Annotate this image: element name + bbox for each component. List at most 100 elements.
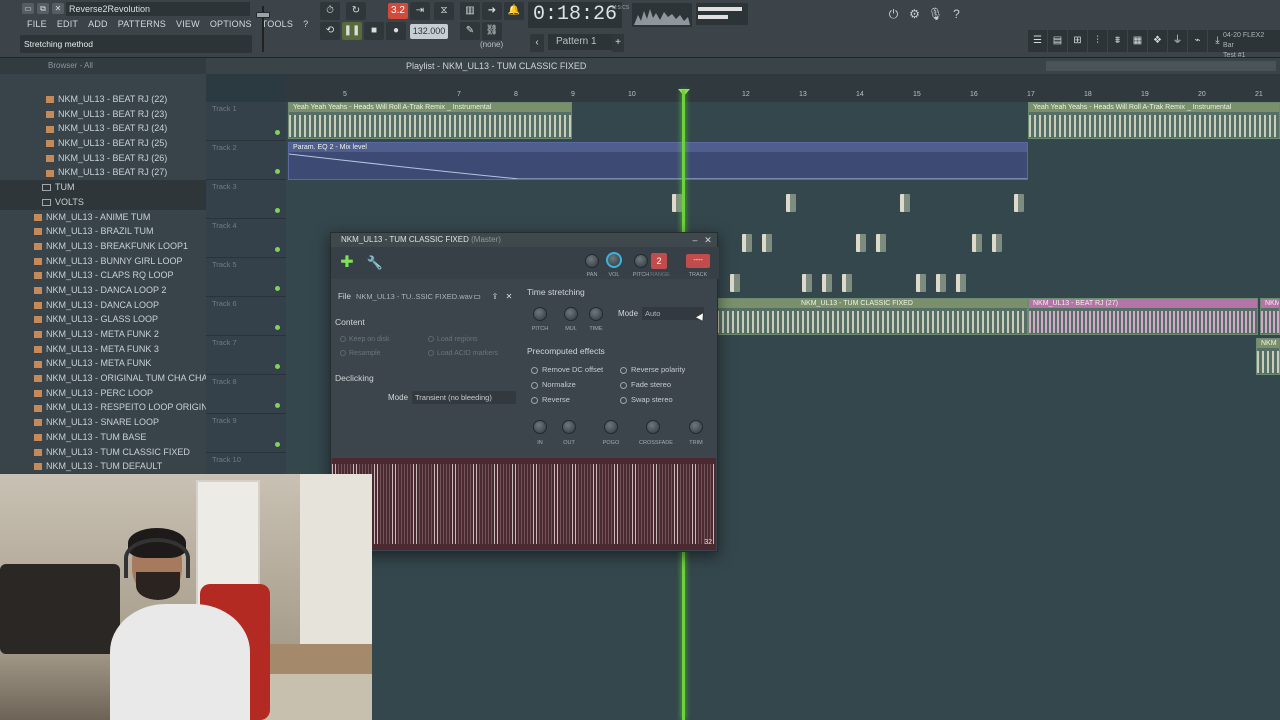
browser-file[interactable]: NKM_UL13 - DANCA LOOP (0, 298, 206, 313)
track-mute-led[interactable] (275, 286, 280, 291)
clip-beat-rj-next[interactable]: NKM (1260, 298, 1280, 335)
declick-mode-select[interactable]: Transient (no bleeding) (412, 391, 516, 404)
clip-hit[interactable] (936, 274, 946, 292)
ts-mode-select[interactable]: Auto (642, 307, 704, 320)
pogo-knob[interactable] (604, 420, 618, 434)
browser-file[interactable]: NKM_UL13 - BEAT RJ (24) (0, 121, 206, 136)
clip-tum-classic[interactable]: NKM_UL13 - TUM CLASSIC FIXED (716, 298, 1028, 335)
plug-icon[interactable]: ⏚ (1168, 30, 1187, 52)
trim-knob[interactable] (689, 420, 703, 434)
clip-hit[interactable] (742, 234, 752, 252)
track-mute-led[interactable] (275, 247, 280, 252)
track-mute-led[interactable] (275, 403, 280, 408)
wrench-icon[interactable]: 🔧 (365, 253, 385, 273)
channel-title-bar[interactable]: NKM_UL13 - TUM CLASSIC FIXED (Master) (331, 233, 717, 247)
track-mute-led[interactable] (275, 169, 280, 174)
browser-file[interactable]: NKM_UL13 - BUNNY GIRL LOOP (0, 254, 206, 269)
track-mute-led[interactable] (275, 442, 280, 447)
pattern-add-icon[interactable]: + (612, 34, 624, 52)
clip-hit[interactable] (672, 194, 682, 212)
track-mute-led[interactable] (275, 364, 280, 369)
sliders-icon[interactable]: ⩩ (1108, 30, 1127, 52)
volume-knob[interactable] (606, 252, 622, 268)
browser-folder[interactable]: VOLTS (0, 194, 206, 210)
browser-file[interactable]: NKM_UL13 - DANCA LOOP 2 (0, 283, 206, 298)
track-header[interactable]: Track 9 (206, 414, 286, 453)
browser-folder[interactable]: TUM (0, 180, 206, 195)
timeline-ruler[interactable]: 5 7 8 9 10 12 13 14 15 16 17 18 19 20 21 (286, 74, 1280, 102)
mic-icon[interactable]: 🎙 (926, 4, 945, 24)
load-regions-option[interactable]: Load regions (428, 336, 477, 343)
load-acid-markers-option[interactable]: Load ACID markers (428, 350, 498, 357)
track-mute-led[interactable] (275, 130, 280, 135)
master-volume-slider[interactable] (256, 4, 270, 54)
browser-file[interactable]: NKM_UL13 - RESPEITO LOOP ORIGINAL (0, 400, 206, 415)
browser-file[interactable]: NKM_UL13 - SNARE LOOP (0, 415, 206, 430)
browser-file[interactable]: NKM_UL13 - PERC LOOP (0, 386, 206, 401)
playlist-scrollbar[interactable] (1046, 61, 1276, 71)
clip-hit[interactable] (842, 274, 852, 292)
tempo-display[interactable]: 132.000 (410, 24, 448, 39)
normalize-option[interactable]: Normalize (531, 380, 576, 389)
browser-file[interactable]: NKM_UL13 - BEAT RJ (22) (0, 92, 206, 107)
mixer-icon[interactable]: ⫶ (1088, 30, 1107, 52)
plugin-database-icon[interactable]: ❖ (1148, 30, 1167, 52)
ts-mul-knob[interactable] (564, 307, 578, 321)
clip-small[interactable]: NKM (1256, 338, 1280, 375)
track-header[interactable]: Track 1 (206, 102, 286, 141)
piano-roll-icon[interactable]: ▤ (1048, 30, 1067, 52)
browser-file[interactable]: NKM_UL13 - ANIME TUM (0, 210, 206, 225)
clip-yeah-yeah-2[interactable]: Yeah Yeah Yeahs - Heads Will Roll A-Trak… (1028, 102, 1280, 139)
track-mute-led[interactable] (275, 325, 280, 330)
clip-hit[interactable] (972, 234, 982, 252)
browser-icon[interactable]: ▦ (1128, 30, 1147, 52)
browser-file[interactable]: NKM_UL13 - BEAT RJ (25) (0, 136, 206, 151)
track-header[interactable]: Track 6 (206, 297, 286, 336)
clip-hit[interactable] (1014, 194, 1024, 212)
countdown-icon[interactable]: ⧖ (434, 2, 454, 20)
remove-icon[interactable]: ✕ (503, 291, 515, 303)
clip-beat-rj[interactable]: NKM_UL13 - BEAT RJ (27) (1028, 298, 1258, 335)
track-header[interactable]: Track 4 (206, 219, 286, 258)
browser-file[interactable]: NKM_UL13 - CLAPS RQ LOOP (0, 268, 206, 283)
menu-view[interactable]: VIEW (171, 17, 205, 32)
clip-hit[interactable] (956, 274, 966, 292)
close-icon[interactable]: ✕ (52, 3, 64, 14)
news-panel[interactable]: 04-20 FLEX2 Bar Test #1 (1220, 30, 1280, 59)
bell-icon[interactable]: 🔔 (504, 2, 524, 20)
snap-icon[interactable]: ✎ (460, 22, 480, 40)
track-header[interactable]: Track 8 (206, 375, 286, 414)
loop-record-icon[interactable]: ↻ (346, 2, 366, 20)
restore-icon[interactable]: ⧉ (37, 3, 49, 14)
browser-file[interactable]: NKM_UL13 - META FUNK 2 (0, 327, 206, 342)
plugin-icon[interactable]: ⚙ (905, 4, 924, 24)
metronome-icon[interactable]: ⏱ (320, 2, 340, 20)
pin-icon[interactable]: ⇪ (489, 291, 501, 303)
browser-file[interactable]: NKM_UL13 - ORIGINAL TUM CHA CHA (0, 371, 206, 386)
sample-tab-icon[interactable]: ✚ (337, 253, 357, 273)
menu-help[interactable]: ? (298, 17, 313, 32)
stop-icon[interactable]: ■ (364, 22, 384, 40)
browser-file[interactable]: NKM_UL13 - BRAZIL TUM (0, 224, 206, 239)
clip-hit[interactable] (916, 274, 926, 292)
browser-file[interactable]: NKM_UL13 - GLASS LOOP (0, 312, 206, 327)
browser-file[interactable]: NKM_UL13 - BEAT RJ (27) (0, 165, 206, 180)
power-icon[interactable]: ⏻ (884, 4, 903, 24)
ts-pitch-knob[interactable] (533, 307, 547, 321)
playlist-icon[interactable]: ☰ (1028, 30, 1047, 52)
resample-option[interactable]: Resample (340, 350, 381, 357)
menu-edit[interactable]: EDIT (52, 17, 83, 32)
browser-file[interactable]: NKM_UL13 - META FUNK (0, 356, 206, 371)
swap-stereo-option[interactable]: Swap stereo (620, 395, 673, 404)
folder-icon[interactable]: ▭ (471, 291, 483, 303)
clip-hit[interactable] (900, 194, 910, 212)
record-icon[interactable]: ● (386, 22, 406, 40)
clip-hit[interactable] (992, 234, 1002, 252)
browser-file[interactable]: NKM_UL13 - TUM BASE (0, 430, 206, 445)
channel-rack-icon[interactable]: ⊞ (1068, 30, 1087, 52)
clip-hit[interactable] (730, 274, 740, 292)
piano-icon[interactable]: ▥ (460, 2, 480, 20)
menu-options[interactable]: OPTIONS (205, 17, 257, 32)
track-header[interactable]: Track 3 (206, 180, 286, 219)
ts-time-knob[interactable] (589, 307, 603, 321)
